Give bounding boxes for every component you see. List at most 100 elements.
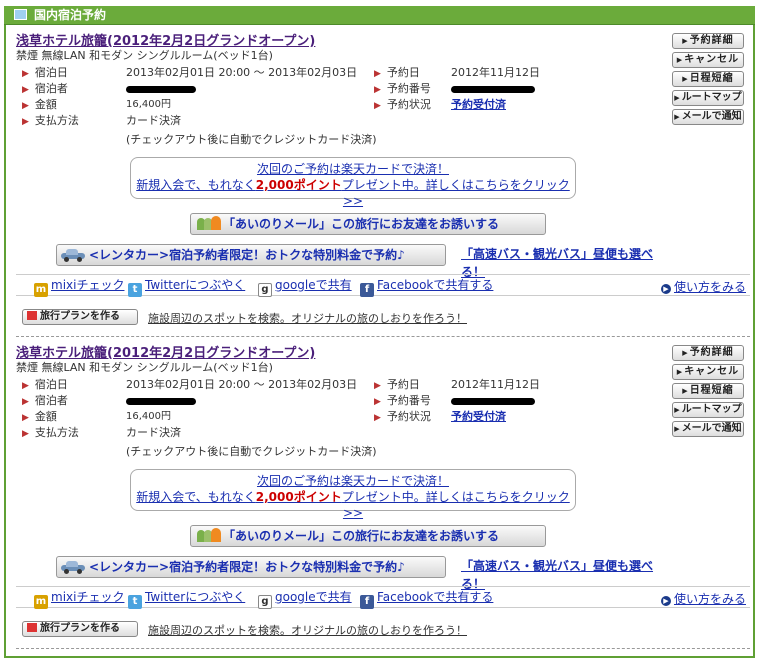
stay-dates: 2013年02月01日 20:00 〜 2013年02月03日 bbox=[126, 66, 358, 79]
bullet-icon: ▶ bbox=[374, 69, 381, 79]
triangle-icon: ▶ bbox=[682, 37, 688, 45]
shorten-button-label: 日程短縮 bbox=[689, 385, 734, 396]
twitter-link[interactable]: t Twitterにつぶやく bbox=[128, 590, 245, 609]
how-to-link[interactable]: ▶ 使い方をみる bbox=[660, 278, 746, 295]
route-map-button[interactable]: ▶ ルートマップ bbox=[672, 402, 744, 418]
field-price: ▶ 金額 bbox=[22, 97, 57, 113]
mixi-label: mixiチェック bbox=[51, 590, 125, 604]
field-price: ▶ 金額 bbox=[22, 409, 57, 425]
cancel-button-label: キャンセル bbox=[684, 54, 740, 65]
bullet-icon: ▶ bbox=[374, 101, 381, 111]
redacted-booking-no bbox=[451, 398, 535, 405]
invite-friends-label: 「あいのりメール」この旅行にお友達をお誘いする bbox=[223, 217, 500, 231]
detail-button[interactable]: ▶ 予約詳細 bbox=[672, 33, 744, 49]
rental-car-button[interactable]: <レンタカー>宿泊予約者限定！おトクな特別料金で予約♪ bbox=[56, 556, 446, 578]
bullet-icon: ▶ bbox=[22, 117, 29, 127]
plan-description-link[interactable]: 施設周辺のスポットを検索。オリジナルの旅のしおりを作ろう！ bbox=[148, 622, 467, 638]
field-booking-date: ▶ 予約日 bbox=[374, 377, 420, 393]
facebook-share-link[interactable]: f Facebookで共有する bbox=[360, 278, 493, 297]
bullet-icon: ▶ bbox=[22, 381, 29, 391]
make-plan-label: 旅行プランを作る bbox=[40, 311, 120, 322]
car-icon bbox=[61, 561, 85, 574]
twitter-label: Twitterにつぶやく bbox=[145, 278, 246, 292]
label-guest: 宿泊者 bbox=[34, 394, 68, 407]
route-map-button-label: ルートマップ bbox=[681, 92, 742, 103]
triangle-icon: ▶ bbox=[674, 406, 680, 414]
mixi-check-link[interactable]: m mixiチェック bbox=[34, 278, 124, 297]
how-to-label: 使い方をみる bbox=[673, 592, 746, 606]
shorten-button-label: 日程短縮 bbox=[689, 73, 734, 84]
promo-text-b: プレゼント中。詳しくはこちらをクリック>> bbox=[341, 178, 570, 208]
label-stay: 宿泊日 bbox=[34, 378, 68, 391]
twitter-icon: t bbox=[128, 283, 142, 297]
cancel-button[interactable]: ▶ キャンセル bbox=[672, 364, 744, 380]
plan-description-link[interactable]: 施設周辺のスポットを検索。オリジナルの旅のしおりを作ろう！ bbox=[148, 310, 467, 326]
rakuten-card-promo[interactable]: 次回のご予約は楽天カードで決済！ 新規入会で、もれなく2,000ポイントプレゼン… bbox=[130, 469, 576, 520]
make-plan-label: 旅行プランを作る bbox=[40, 623, 120, 634]
payment-method: カード決済 bbox=[126, 426, 181, 439]
google-icon: g bbox=[258, 283, 272, 297]
share-bar: m mixiチェック t Twitterにつぶやく g googleで共有 f Face… bbox=[16, 586, 750, 609]
label-booking-date: 予約日 bbox=[386, 378, 420, 391]
shorten-button[interactable]: ▶ 日程短縮 bbox=[672, 71, 744, 87]
label-guest: 宿泊者 bbox=[34, 82, 68, 95]
invite-friends-button[interactable]: 「あいのりメール」この旅行にお友達をお誘いする bbox=[190, 525, 546, 547]
friends-icon bbox=[197, 528, 221, 542]
label-price: 金額 bbox=[34, 98, 57, 111]
room-type: 禁煙 無線LAN 和モダン シングルルーム(ベッド1台) bbox=[16, 361, 273, 374]
make-plan-button[interactable]: 旅行プランを作る bbox=[22, 309, 138, 325]
detail-button-label: 予約詳細 bbox=[689, 35, 734, 46]
google-share-link[interactable]: g googleで共有 bbox=[258, 590, 352, 609]
reservation-card: 浅草ホテル旅籠(2012年2月2日グランドオープン) 禁煙 無線LAN 和モダン… bbox=[8, 30, 750, 345]
cancel-button[interactable]: ▶ キャンセル bbox=[672, 52, 744, 68]
promo-line-2[interactable]: 新規入会で、もれなく2,000ポイントプレゼント中。詳しくはこちらをクリック>> bbox=[131, 489, 575, 521]
triangle-icon: ▶ bbox=[674, 94, 680, 102]
reservation-card: 浅草ホテル旅籠(2012年2月2日グランドオープン) 禁煙 無線LAN 和モダン… bbox=[8, 342, 750, 657]
promo-line-1[interactable]: 次回のご予約は楽天カードで決済！ bbox=[131, 161, 575, 177]
field-status: ▶ 予約状況 bbox=[374, 97, 431, 113]
payment-method: カード決済 bbox=[126, 114, 181, 127]
bullet-icon: ▶ bbox=[22, 69, 29, 79]
flag-icon bbox=[27, 311, 37, 320]
google-label: googleで共有 bbox=[275, 590, 352, 604]
status-link[interactable]: 予約受付済 bbox=[451, 97, 506, 113]
booking-date: 2012年11月12日 bbox=[451, 66, 540, 79]
make-plan-button[interactable]: 旅行プランを作る bbox=[22, 621, 138, 637]
label-booking-date: 予約日 bbox=[386, 66, 420, 79]
invite-friends-label: 「あいのりメール」この旅行にお友達をお誘いする bbox=[223, 529, 500, 543]
rakuten-card-promo[interactable]: 次回のご予約は楽天カードで決済！ 新規入会で、もれなく2,000ポイントプレゼン… bbox=[130, 157, 576, 208]
promo-line-1[interactable]: 次回のご予約は楽天カードで決済！ bbox=[131, 473, 575, 489]
mail-notify-button-label: メールで通知 bbox=[681, 111, 742, 122]
mail-notify-button[interactable]: ▶ メールで通知 bbox=[672, 109, 744, 125]
facebook-share-link[interactable]: f Facebookで共有する bbox=[360, 590, 493, 609]
field-stay: ▶ 宿泊日 bbox=[22, 65, 68, 81]
mail-notify-button[interactable]: ▶ メールで通知 bbox=[672, 421, 744, 437]
redacted-guest bbox=[126, 86, 196, 93]
google-share-link[interactable]: g googleで共有 bbox=[258, 278, 352, 297]
flag-icon bbox=[27, 623, 37, 632]
label-price: 金額 bbox=[34, 410, 57, 423]
how-to-link[interactable]: ▶ 使い方をみる bbox=[660, 590, 746, 607]
triangle-icon: ▶ bbox=[682, 349, 688, 357]
mixi-check-link[interactable]: m mixiチェック bbox=[34, 590, 124, 609]
route-map-button[interactable]: ▶ ルートマップ bbox=[672, 90, 744, 106]
payment-note: (チェックアウト後に自動でクレジットカード決済) bbox=[126, 133, 377, 146]
shorten-button[interactable]: ▶ 日程短縮 bbox=[672, 383, 744, 399]
twitter-link[interactable]: t Twitterにつぶやく bbox=[128, 278, 245, 297]
bullet-icon: ▶ bbox=[22, 429, 29, 439]
car-icon bbox=[61, 249, 85, 262]
triangle-icon: ▶ bbox=[674, 425, 680, 433]
detail-button[interactable]: ▶ 予約詳細 bbox=[672, 345, 744, 361]
rental-car-button[interactable]: <レンタカー>宿泊予約者限定！おトクな特別料金で予約♪ bbox=[56, 244, 446, 266]
section-divider bbox=[16, 648, 750, 649]
triangle-icon: ▶ bbox=[682, 75, 688, 83]
promo-line-2[interactable]: 新規入会で、もれなく2,000ポイントプレゼント中。詳しくはこちらをクリック>> bbox=[131, 177, 575, 209]
bullet-icon: ▶ bbox=[22, 397, 29, 407]
google-label: googleで共有 bbox=[275, 278, 352, 292]
invite-friends-button[interactable]: 「あいのりメール」この旅行にお友達をお誘いする bbox=[190, 213, 546, 235]
label-payment: 支払方法 bbox=[34, 426, 79, 439]
field-guest: ▶ 宿泊者 bbox=[22, 393, 68, 409]
triangle-icon: ▶ bbox=[676, 56, 683, 64]
status-link[interactable]: 予約受付済 bbox=[451, 409, 506, 425]
arrow-circle-icon: ▶ bbox=[660, 284, 671, 294]
